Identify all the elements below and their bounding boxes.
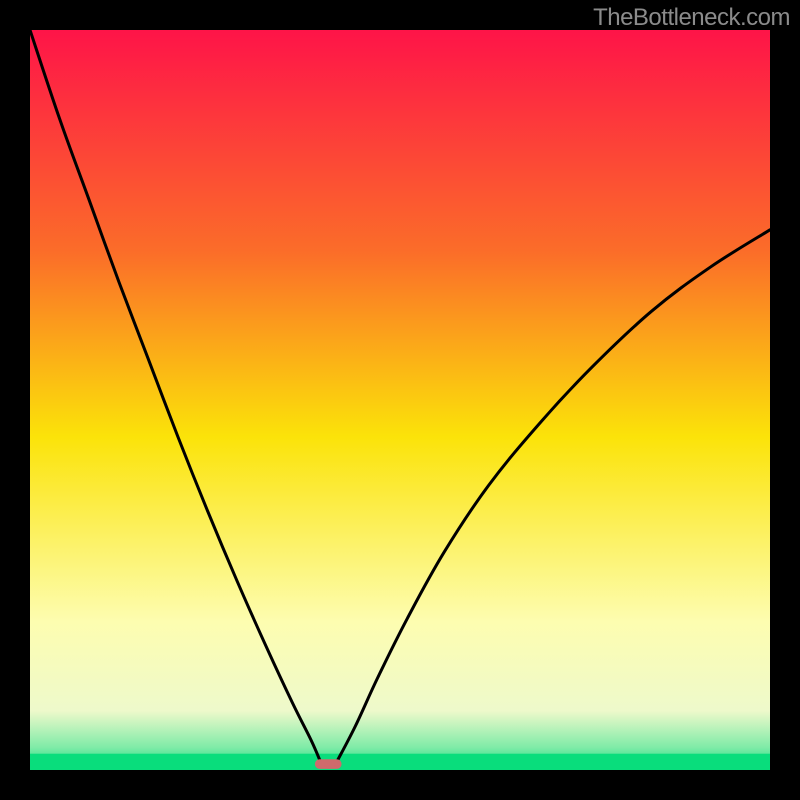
trough-marker [315, 759, 342, 769]
watermark-text: TheBottleneck.com [593, 4, 790, 32]
bottom-band [30, 754, 770, 770]
chart-svg [30, 30, 770, 770]
plot-area [30, 30, 770, 770]
gradient-background [30, 30, 770, 770]
chart-frame: TheBottleneck.com [0, 0, 800, 800]
